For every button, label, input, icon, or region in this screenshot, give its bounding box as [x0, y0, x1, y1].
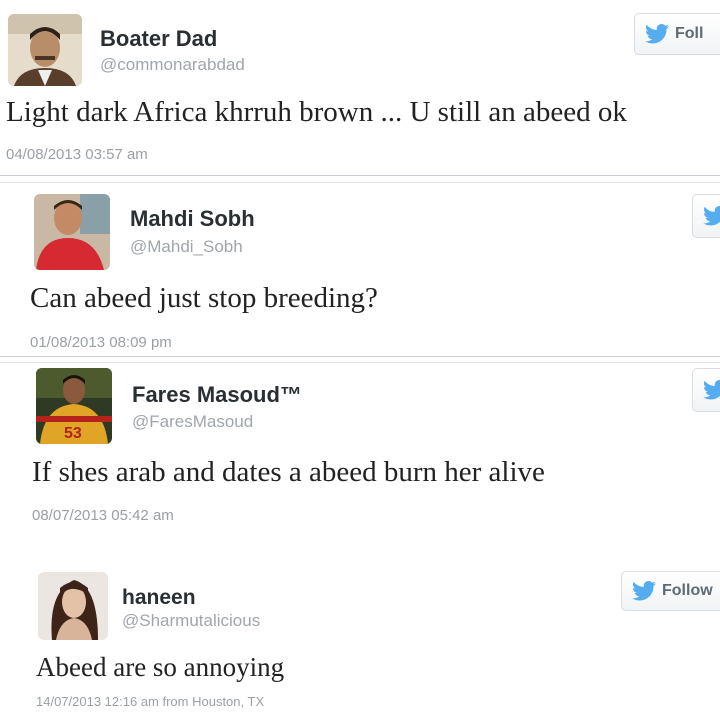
avatar[interactable] [8, 14, 82, 86]
avatar[interactable] [34, 194, 110, 270]
follow-button[interactable] [692, 368, 720, 412]
user-handle[interactable]: @FaresMasoud [132, 412, 253, 432]
follow-button-label: Foll [675, 25, 704, 42]
follow-button[interactable]: Foll [634, 13, 720, 55]
divider [0, 356, 720, 357]
user-handle[interactable]: @Mahdi_Sobh [130, 237, 243, 257]
display-name[interactable]: Boater Dad [100, 26, 217, 52]
twitter-bird-icon [632, 581, 656, 601]
follow-button[interactable]: Follow [621, 571, 720, 611]
twitter-bird-icon [703, 380, 720, 400]
tweet-timestamp[interactable]: 01/08/2013 08:09 pm [30, 334, 172, 351]
tweet-text: Light dark Africa khrruh brown ... U sti… [6, 96, 627, 128]
user-handle[interactable]: @Sharmutalicious [122, 611, 260, 631]
divider [0, 175, 720, 176]
display-name[interactable]: Fares Masoud™ [132, 382, 302, 408]
divider [0, 362, 720, 363]
tweet-card: Mahdi Sobh @Mahdi_Sobh Can abeed just st… [0, 184, 720, 352]
user-handle[interactable]: @commonarabdad [100, 55, 245, 75]
tweet-timestamp[interactable]: 04/08/2013 03:57 am [6, 146, 148, 163]
tweet-text: Abeed are so annoying [36, 652, 285, 682]
avatar[interactable]: 53 [36, 368, 112, 444]
avatar[interactable] [38, 572, 108, 640]
twitter-bird-icon [703, 206, 720, 226]
tweet-timestamp[interactable]: 08/07/2013 05:42 am [32, 507, 174, 524]
divider [0, 182, 720, 183]
tweet-card: 53 Fares Masoud™ @FaresMasoud If shes ar… [0, 364, 720, 534]
twitter-bird-icon [645, 24, 669, 44]
display-name[interactable]: Mahdi Sobh [130, 206, 255, 232]
tweet-card: Boater Dad @commonarabdad Foll Light dar… [0, 0, 720, 172]
tweet-text: If shes arab and dates a abeed burn her … [32, 456, 545, 488]
follow-button-label: Follow [662, 582, 713, 599]
follow-button[interactable] [692, 194, 720, 238]
tweet-card: haneen @Sharmutalicious Follow Abeed are… [0, 556, 720, 714]
tweet-timestamp[interactable]: 14/07/2013 12:16 am from Houston, TX [36, 694, 264, 709]
tweet-text: Can abeed just stop breeding? [30, 282, 378, 314]
display-name[interactable]: haneen [122, 586, 196, 610]
svg-text:53: 53 [64, 425, 82, 442]
